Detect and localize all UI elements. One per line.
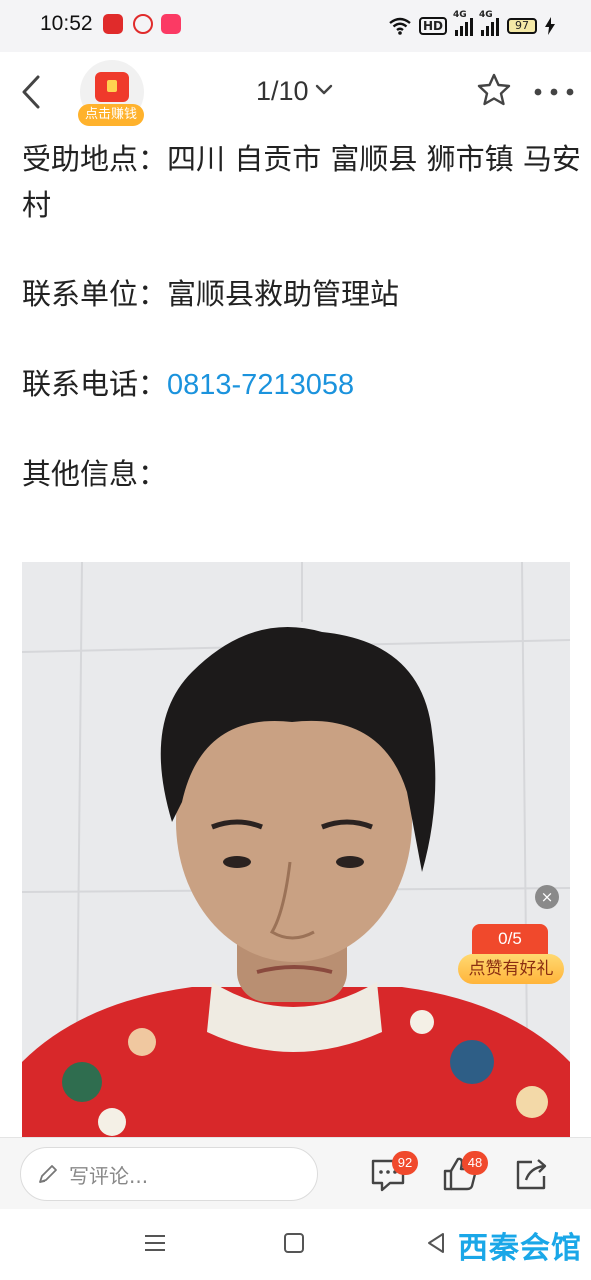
signal-icon: 4G bbox=[453, 10, 473, 36]
contact-phone-link[interactable]: 0813-7213058 bbox=[167, 369, 354, 401]
aid-location-text: 受助地点：四川 自贡市 富顺县 狮市镇 马安村 bbox=[22, 142, 581, 222]
battery-icon: 97 bbox=[507, 18, 537, 34]
contact-unit-value: 富顺县救助管理站 bbox=[167, 277, 400, 311]
favorite-star-icon[interactable] bbox=[476, 72, 512, 108]
red-packet-icon bbox=[95, 72, 129, 102]
nav-back-icon[interactable] bbox=[426, 1231, 446, 1255]
more-options-icon[interactable] bbox=[534, 88, 574, 96]
close-like-badge-button[interactable]: × bbox=[535, 885, 559, 909]
contact-unit-label: 联系单位： bbox=[22, 277, 168, 311]
contact-phone-label: 联系电话： bbox=[22, 367, 168, 401]
signal-icon: 4G bbox=[479, 10, 499, 36]
system-nav-bar: 西秦会馆 bbox=[0, 1209, 591, 1280]
watermark-logo: 西秦会馆 bbox=[458, 1231, 582, 1266]
wifi-icon bbox=[389, 17, 411, 35]
app-header: 点击赚钱 1/10 bbox=[0, 52, 591, 132]
contact-unit-line: 联系单位：富顺县救助管理站 bbox=[22, 271, 399, 317]
chevron-down-icon[interactable] bbox=[314, 82, 334, 98]
bottom-action-bar: 写评论... 92 48 bbox=[0, 1137, 591, 1209]
pencil-icon bbox=[39, 1165, 57, 1183]
app-notification-icon bbox=[161, 14, 181, 34]
back-arrow-icon[interactable] bbox=[18, 74, 48, 110]
like-reward-label: 点赞有好礼 bbox=[458, 954, 564, 984]
comment-input[interactable]: 写评论... bbox=[20, 1147, 318, 1201]
like-count-badge: 48 bbox=[462, 1151, 488, 1175]
app-notification-icon bbox=[103, 14, 123, 34]
comment-placeholder: 写评论... bbox=[69, 1164, 149, 1188]
home-icon[interactable] bbox=[284, 1233, 304, 1253]
hd-icon: HD bbox=[418, 17, 447, 35]
charging-icon bbox=[545, 17, 555, 35]
status-bar: 10:52 HD 4G 4G 97 bbox=[0, 0, 591, 52]
recent-apps-icon[interactable] bbox=[144, 1233, 166, 1253]
like-progress: 0/5 bbox=[472, 924, 548, 954]
status-time: 10:52 bbox=[40, 12, 93, 35]
person-photo[interactable] bbox=[22, 562, 570, 1137]
contact-phone-line: 联系电话：0813-7213058 bbox=[22, 361, 354, 408]
earn-money-label: 点击赚钱 bbox=[78, 104, 144, 126]
other-info-label: 其他信息： bbox=[22, 457, 168, 491]
system-icons: HD 4G 4G 97 bbox=[389, 10, 555, 38]
comment-count-badge: 92 bbox=[392, 1151, 418, 1175]
app-notification-icon bbox=[133, 14, 153, 34]
portrait-illustration bbox=[22, 562, 570, 1137]
share-icon[interactable] bbox=[512, 1154, 552, 1194]
like-reward-badge[interactable]: 0/5 点赞有好礼 bbox=[458, 924, 564, 986]
page-indicator[interactable]: 1/10 bbox=[256, 76, 309, 107]
earn-money-button[interactable]: 点击赚钱 bbox=[78, 60, 144, 126]
